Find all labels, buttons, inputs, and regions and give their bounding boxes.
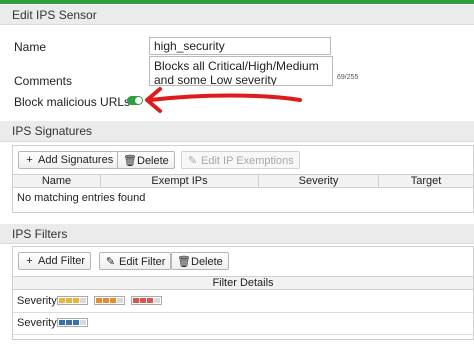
severity-level-indicator (94, 296, 125, 305)
top-accent-bar (0, 0, 474, 4)
plus-icon: + (26, 255, 33, 267)
column-header-target[interactable]: Target (379, 175, 473, 188)
toggle-knob (135, 97, 142, 104)
add-filter-button[interactable]: + Add Filter (18, 252, 92, 270)
column-header-filter-details[interactable]: Filter Details (13, 277, 473, 290)
severity-cell (80, 320, 86, 325)
pencil-icon: ✎ (105, 256, 116, 268)
severity-cell (140, 298, 146, 303)
severity-level-indicator (57, 318, 88, 327)
block-urls-toggle[interactable] (127, 96, 143, 105)
column-header-name[interactable]: Name (13, 175, 101, 188)
add-signatures-button[interactable]: + Add Signatures (18, 151, 120, 169)
severity-cell (59, 298, 65, 303)
severity-cell (110, 298, 116, 303)
severity-cell (133, 298, 139, 303)
edit-filter-button[interactable]: ✎ Edit Filter (99, 252, 172, 270)
severity-cell (80, 298, 86, 303)
severity-cell (73, 320, 79, 325)
severity-cell (117, 298, 123, 303)
severity-cell (103, 298, 109, 303)
column-header-exempt-ips[interactable]: Exempt IPs (101, 175, 259, 188)
signatures-table-header: Name Exempt IPs Severity Target (13, 174, 473, 188)
ips-signatures-heading: IPS Signatures (0, 121, 474, 142)
severity-cell (154, 298, 160, 303)
comments-label: Comments (14, 74, 73, 88)
severity-cell (66, 320, 72, 325)
severity-level-indicator (57, 296, 88, 305)
annotation-arrow (145, 87, 302, 113)
severity-level-indicator (131, 296, 162, 305)
pencil-icon: ✎ (187, 155, 198, 167)
severity-cell (66, 298, 72, 303)
filter-severity-label: Severity: (17, 295, 60, 307)
column-header-severity[interactable]: Severity (259, 175, 379, 188)
ips-filters-heading: IPS Filters (0, 224, 474, 244)
severity-cell (59, 320, 65, 325)
filter-row[interactable]: Severity: (13, 291, 473, 313)
edit-ip-exemptions-button[interactable]: ✎ Edit IP Exemptions (181, 151, 300, 169)
trash-icon: 🗑 (177, 256, 191, 268)
filters-panel: + Add Filter ✎ Edit Filter 🗑Delete Filter … (12, 246, 474, 340)
name-label: Name (14, 40, 47, 54)
signatures-panel: + Add Signatures 🗑Delete ✎ Edit IP Exempti… (12, 145, 474, 213)
delete-filter-button[interactable]: 🗑Delete (171, 252, 229, 270)
trash-icon: 🗑 (123, 155, 137, 167)
severity-cell (147, 298, 153, 303)
comments-char-counter: 69/255 (337, 74, 359, 81)
empty-table-message: No matching entries found (17, 192, 146, 204)
name-input[interactable] (149, 37, 331, 55)
dialog-title: Edit IPS Sensor (0, 5, 474, 25)
delete-signature-button[interactable]: 🗑Delete (117, 151, 175, 169)
severity-cell (73, 298, 79, 303)
filter-severity-label: Severity: (17, 317, 60, 329)
plus-icon: + (26, 154, 33, 166)
block-urls-label: Block malicious URLs (14, 95, 131, 109)
filter-row[interactable]: Severity: (13, 313, 473, 335)
comments-textarea[interactable]: Blocks all Critical/High/Medium and some… (149, 56, 333, 86)
severity-cell (96, 298, 102, 303)
filters-table-header: Filter Details (13, 276, 473, 290)
